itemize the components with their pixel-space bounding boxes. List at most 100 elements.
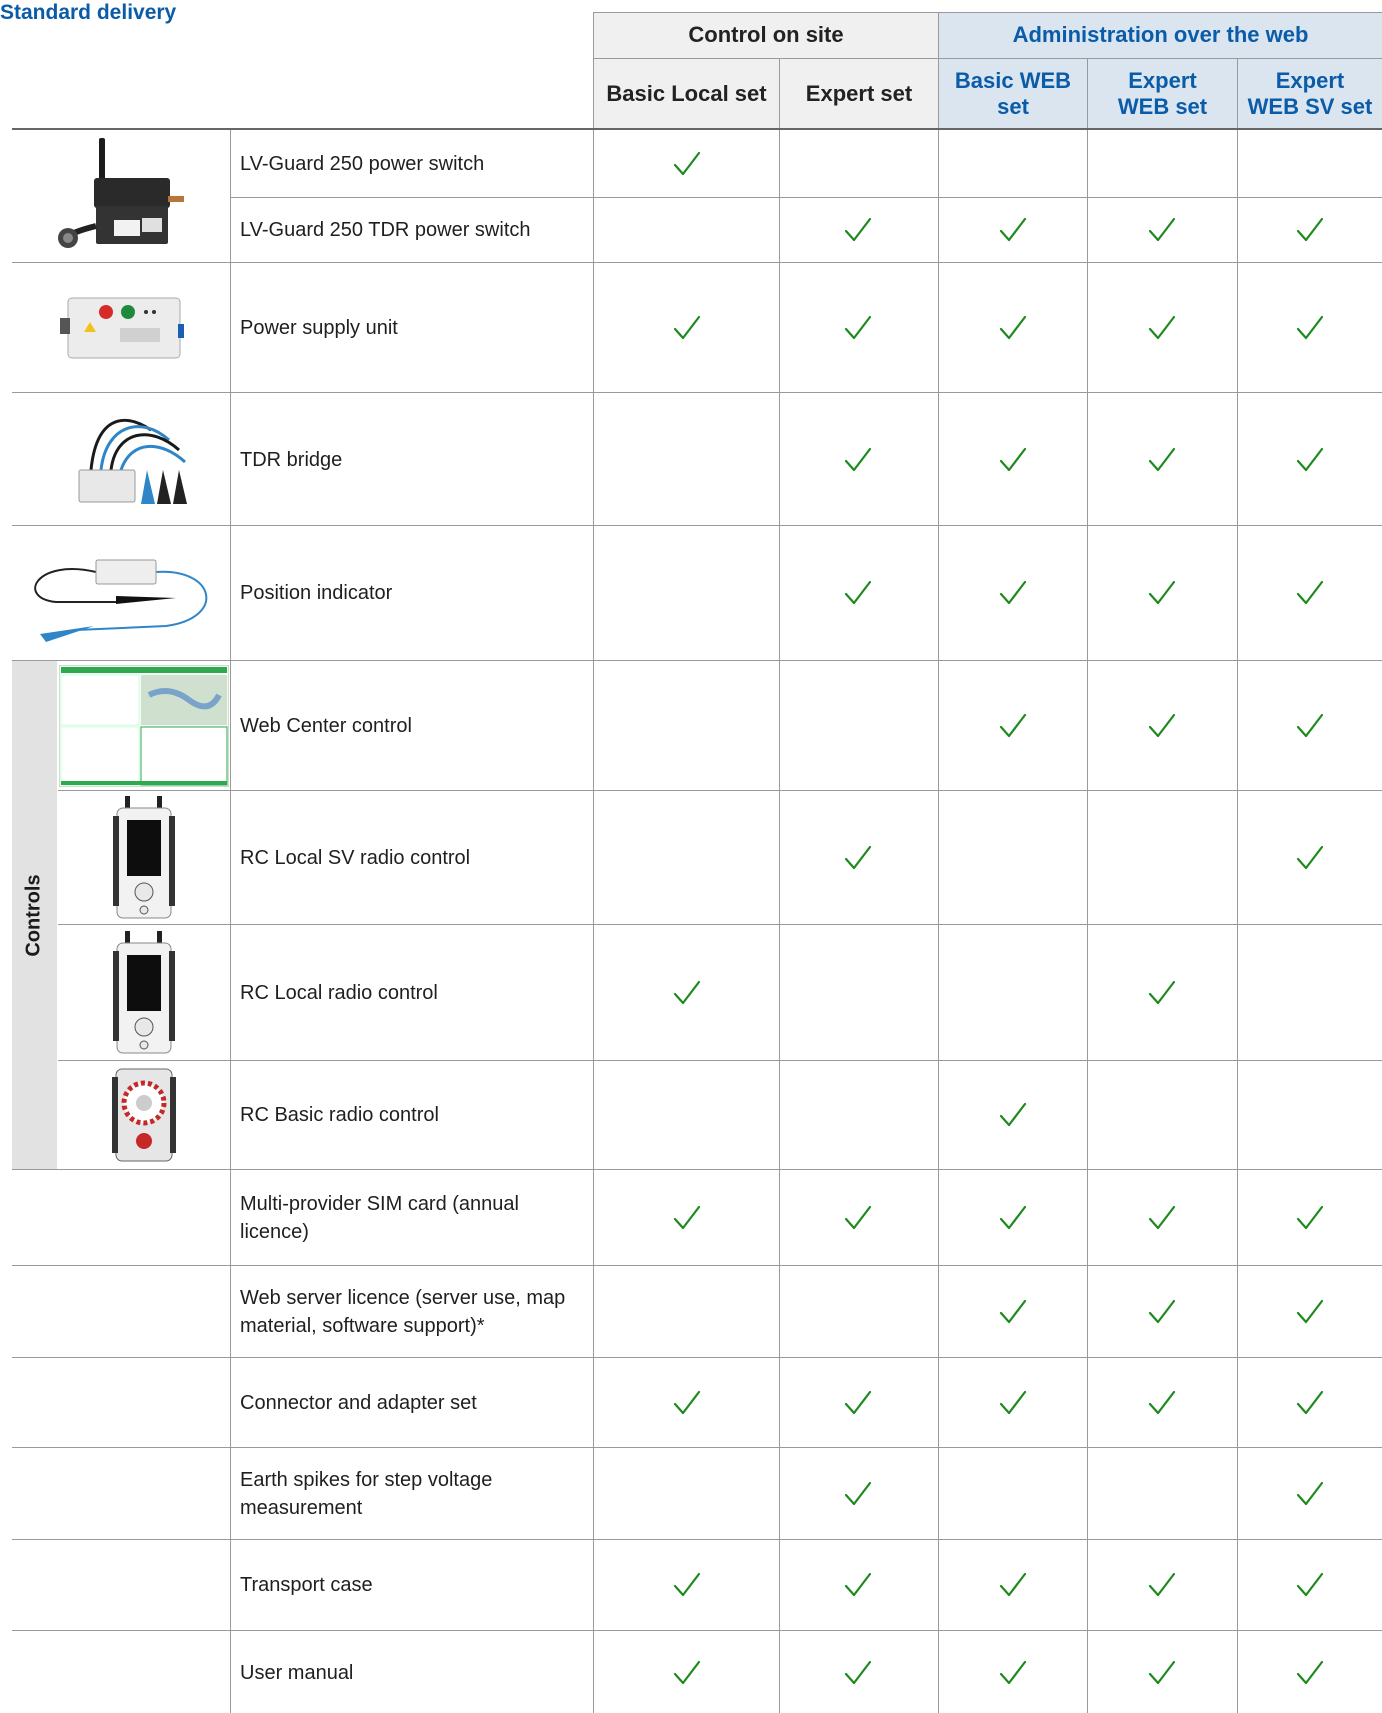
checkmark-icon [672,1658,702,1688]
rc-local-sv-image [58,792,230,924]
grid-vline-5 [1237,59,1238,1713]
row-label-rc-local: RC Local radio control [240,982,438,1004]
checkmark-icon [998,1100,1028,1130]
checkmark-icon [998,1388,1028,1418]
grid-row-sep-7 [12,1447,1382,1448]
checkmark-icon [843,1479,873,1509]
grid-row-sep-controls-0 [58,790,1382,791]
power-supply-image [12,264,230,392]
checkmark-icon [1295,578,1325,608]
checkmark-icon [1295,1479,1325,1509]
grid-row-sep-3 [12,660,1382,661]
grid-vline-0 [230,130,231,1713]
checkmark-icon [1295,843,1325,873]
checkmark-icon [998,578,1028,608]
tdr-bridge-image [12,395,230,525]
checkmark-icon [998,313,1028,343]
checkmark-icon [1295,1658,1325,1688]
checkmark-icon [843,445,873,475]
row-label-power-supply: Power supply unit [240,317,398,339]
header-col-expert: Expert set [780,59,938,128]
grid-row-sep-2 [12,525,1382,526]
checkmark-icon [672,978,702,1008]
checkmark-icon [1295,215,1325,245]
delivery-table: Control on site Administration over the … [0,0,1382,1713]
grid-vline-3 [938,12,939,1713]
row-label-connector-set: Connector and adapter set [240,1392,477,1414]
checkmark-icon [843,843,873,873]
checkmark-icon [843,578,873,608]
checkmark-icon [843,1388,873,1418]
checkmark-icon [843,313,873,343]
grid-row-sep-6 [12,1357,1382,1358]
checkmark-icon [998,1297,1028,1327]
checkmark-icon [1147,578,1177,608]
row-label-lv-guard-tdr: LV-Guard 250 TDR power switch [240,219,531,241]
grid-row-sep-controls-2 [58,1060,1382,1061]
checkmark-icon [1147,1203,1177,1233]
checkmark-icon [843,215,873,245]
grid-row-sep-0 [12,262,1382,263]
rc-local-image [58,926,230,1060]
checkmark-icon [1147,313,1177,343]
checkmark-icon [1295,445,1325,475]
checkmark-icon [1295,1297,1325,1327]
checkmark-icon [1295,1203,1325,1233]
checkmark-icon [998,1570,1028,1600]
row-label-rc-basic: RC Basic radio control [240,1104,439,1126]
grid-row-sep-lv [231,197,1382,198]
position-indicator-image [12,527,230,659]
checkmark-icon [998,1658,1028,1688]
row-label-web-server-licence: Web server licence (server use, map mate… [240,1287,566,1337]
grid-row-sep-controls-1 [58,924,1382,925]
web-center-image [58,662,230,790]
grid-vline-2 [779,59,780,1713]
row-label-rc-local-sv: RC Local SV radio control [240,847,471,869]
checkmark-icon [1295,711,1325,741]
header-col-expert-web-sv: Expert WEB SV set [1238,59,1382,128]
checkmark-icon [672,1203,702,1233]
row-label-position-indicator: Position indicator [240,582,393,604]
grid-header-bottom [12,128,1382,130]
checkmark-icon [672,1388,702,1418]
checkmark-icon [998,711,1028,741]
row-label-sim-card: Multi-provider SIM card (annual licence) [240,1193,519,1243]
checkmark-icon [1147,1658,1177,1688]
controls-group-label: Controls [23,873,45,957]
checkmark-icon [1295,1570,1325,1600]
grid-row-sep-9 [12,1630,1382,1631]
row-label-web-center: Web Center control [240,715,412,737]
checkmark-icon [998,445,1028,475]
checkmark-icon [1147,1388,1177,1418]
row-label-lv-guard: LV-Guard 250 power switch [240,152,485,175]
lv-guard-image [12,130,230,262]
checkmark-icon [672,149,702,179]
checkmark-icon [998,215,1028,245]
checkmark-icon [1147,445,1177,475]
grid-header-mid [594,58,1382,59]
grid-vline-4 [1087,59,1088,1713]
header-col-basic-local: Basic Local set [594,59,779,128]
row-label-user-manual: User manual [240,1661,354,1684]
row-label-transport-case: Transport case [240,1574,373,1596]
grid-vline-1 [593,12,594,1713]
checkmark-icon [843,1570,873,1600]
row-label-earth-spikes: Earth spikes for step voltage measuremen… [240,1469,493,1519]
header-group-web: Administration over the web [939,12,1382,58]
checkmark-icon [672,313,702,343]
checkmark-icon [1147,1570,1177,1600]
grid-header-top [594,12,1382,13]
header-group-site: Control on site [594,12,938,58]
grid-row-sep-5 [12,1265,1382,1266]
checkmark-icon [1295,313,1325,343]
checkmark-icon [1147,215,1177,245]
grid-row-sep-1 [12,392,1382,393]
header-col-expert-web: Expert WEB set [1088,59,1237,128]
checkmark-icon [1147,711,1177,741]
checkmark-icon [843,1203,873,1233]
grid-row-sep-4 [12,1169,1382,1170]
header-col-basic-web: Basic WEB set [939,59,1087,128]
checkmark-icon [1295,1388,1325,1418]
grid-row-sep-8 [12,1539,1382,1540]
checkmark-icon [1147,978,1177,1008]
